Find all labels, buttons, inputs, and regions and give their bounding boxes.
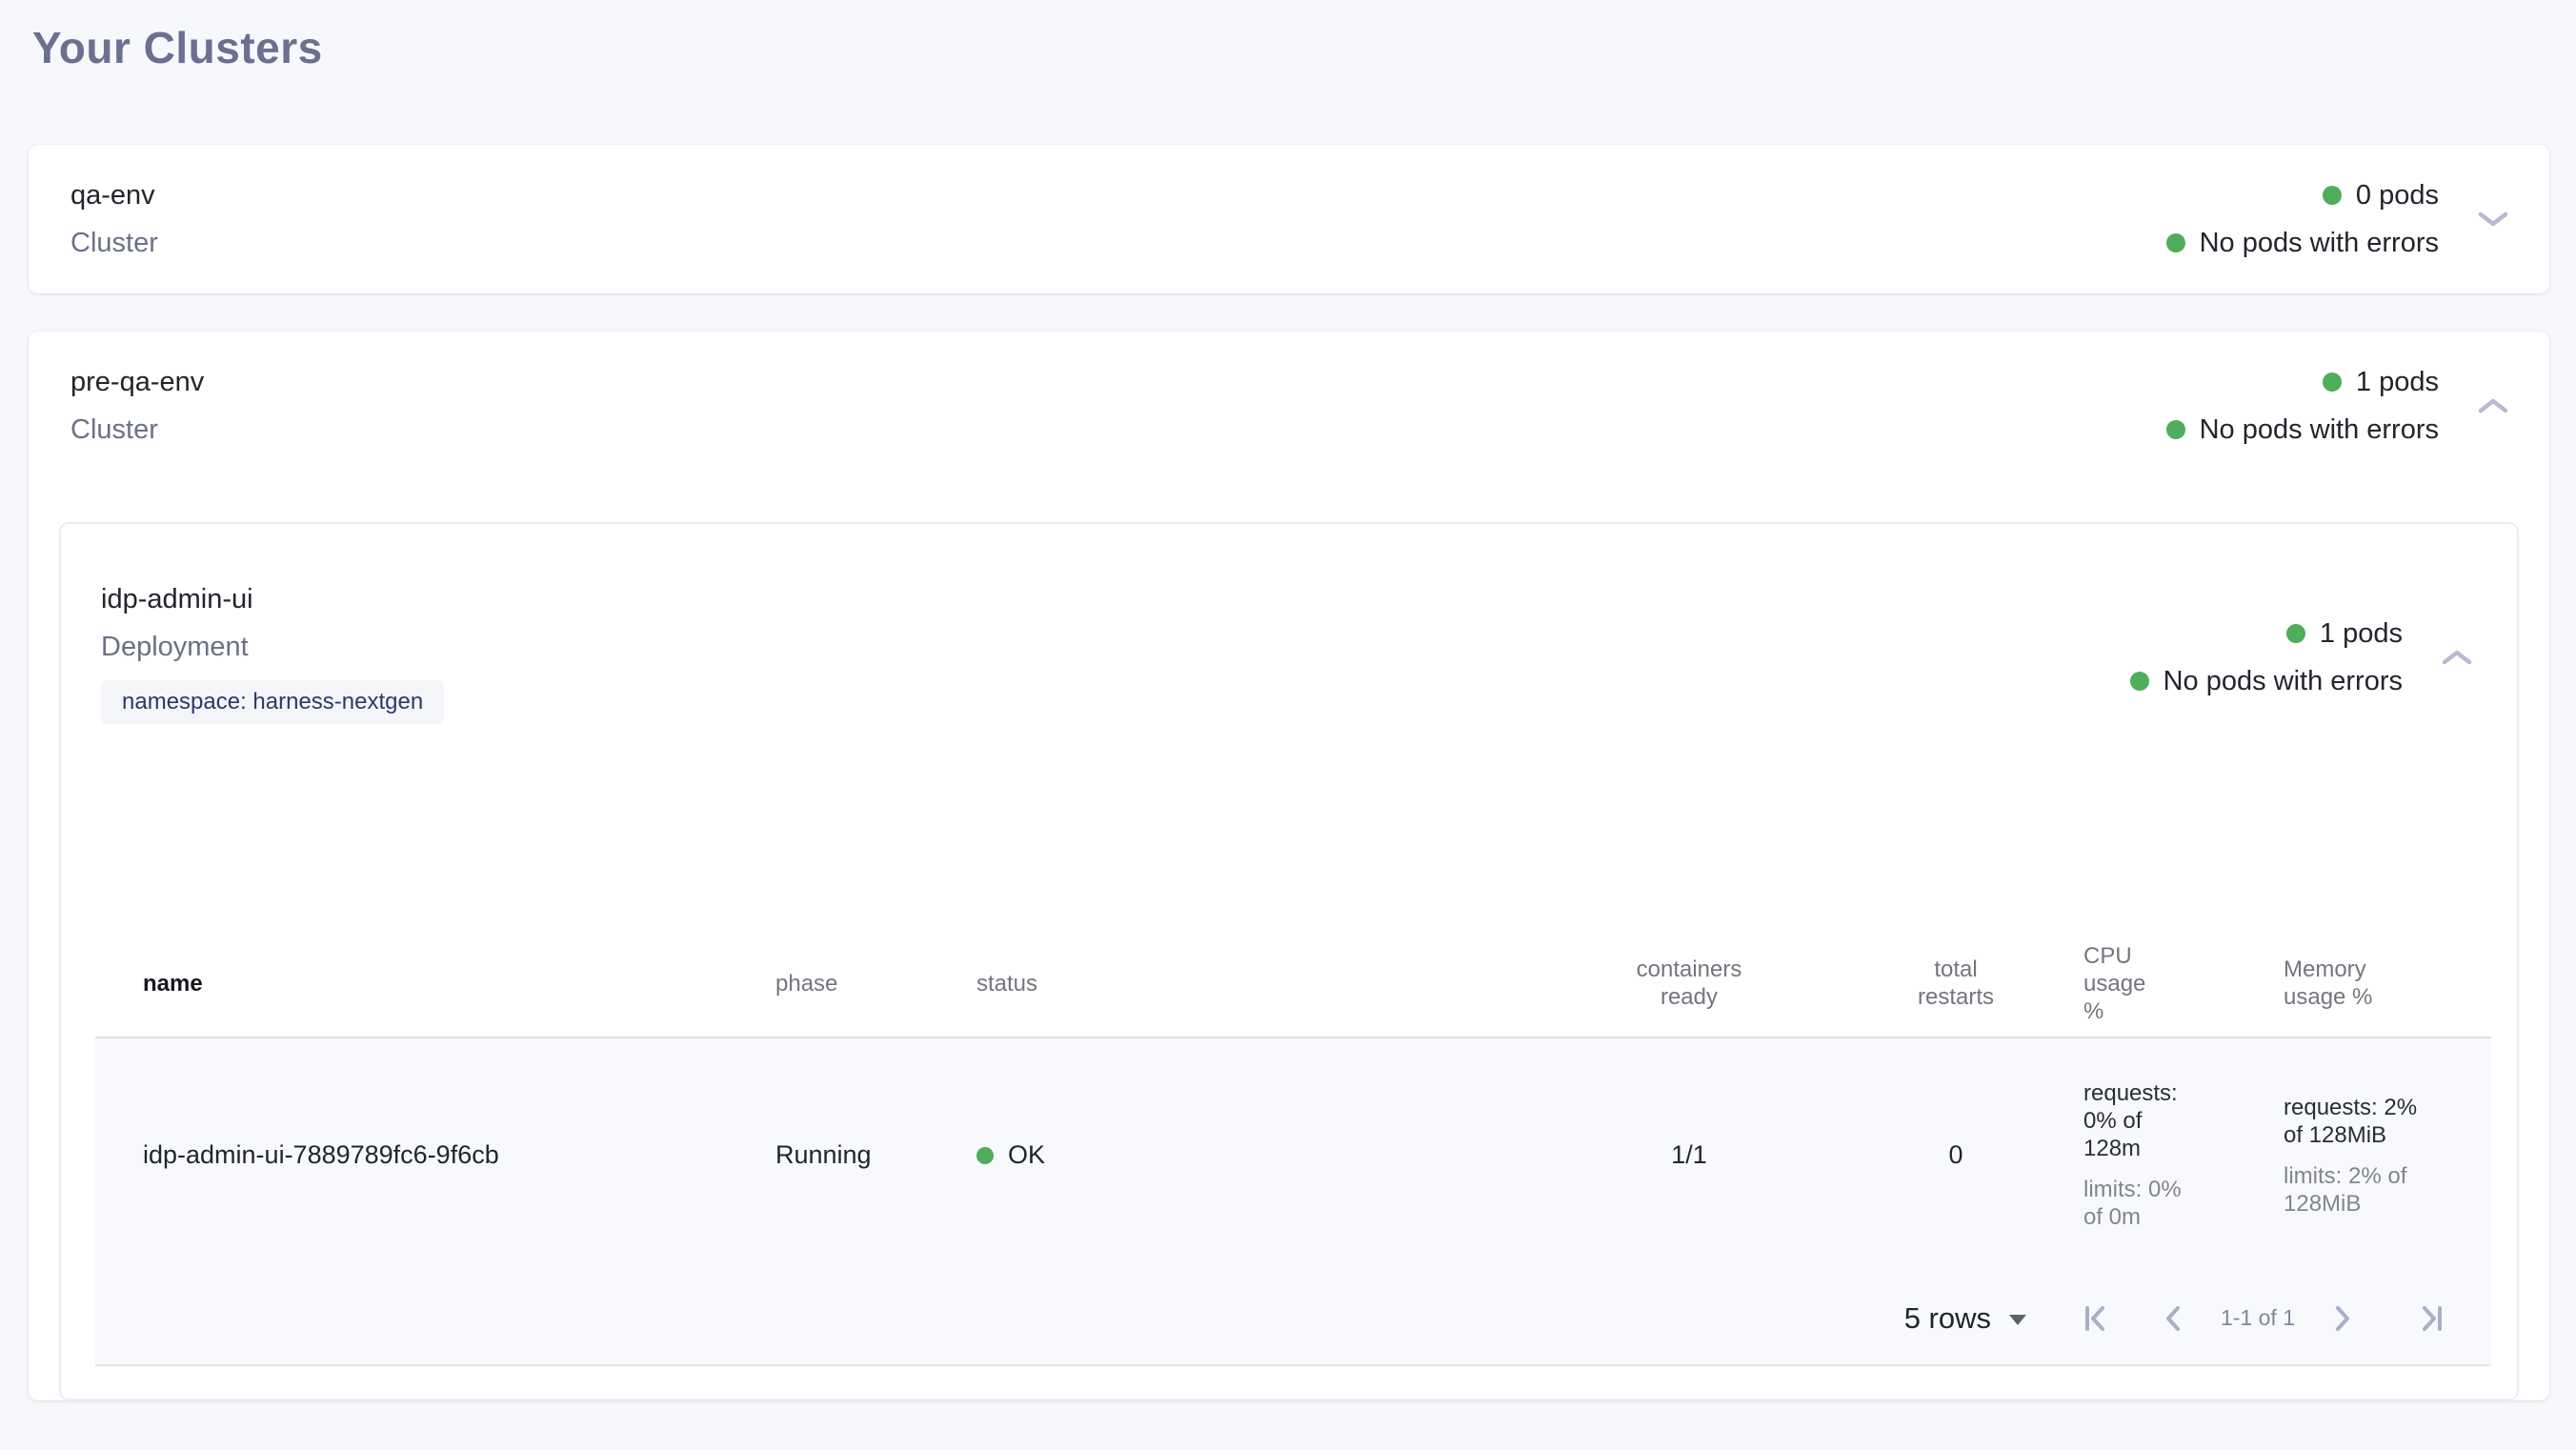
- deployment-identity: idp-admin-ui Deployment namespace: harne…: [101, 575, 444, 724]
- pods-errors-dot-icon: [2130, 672, 2149, 691]
- chevron-up-icon[interactable]: [2477, 396, 2509, 415]
- deployment-badges: namespace: harness-nextgen: [101, 680, 444, 724]
- cluster-status-lines: 1 pods No pods with errors: [2166, 358, 2439, 453]
- deployment-type: Deployment: [101, 623, 444, 671]
- cluster-name: qa-env: [70, 171, 158, 219]
- status-ok-dot-icon: [976, 1147, 994, 1164]
- rows-per-page-label: 5 rows: [1904, 1301, 1991, 1336]
- deployment-status-lines: 1 pods No pods with errors: [2130, 610, 2403, 705]
- column-header-phase: phase: [741, 970, 946, 997]
- pods-count-dot-icon: [2323, 186, 2342, 205]
- cpu-requests: requests: 0% of 128m: [2083, 1079, 2190, 1162]
- last-page-button[interactable]: [2417, 1304, 2445, 1333]
- pod-cpu-usage-cell: requests: 0% of 128m limits: 0% of 0m: [2070, 1079, 2275, 1231]
- pods-errors-label: No pods with errors: [2200, 414, 2439, 446]
- pod-containers-ready-cell: 1/1: [1537, 1140, 1841, 1170]
- pods-errors-label: No pods with errors: [2163, 666, 2403, 697]
- previous-page-button[interactable]: [2160, 1304, 2188, 1333]
- page-title: Your Clusters: [32, 21, 2549, 74]
- pods-errors-status: No pods with errors: [2166, 219, 2439, 267]
- cluster-card-pre-qa-env-header[interactable]: pre-qa-env Cluster 1 pods No pods with e…: [29, 332, 2549, 480]
- column-header-name: name: [95, 970, 741, 997]
- cluster-card-qa-env-header[interactable]: qa-env Cluster 0 pods No pods with error…: [29, 145, 2549, 293]
- cpu-limits: limits: 0% of 0m: [2083, 1176, 2190, 1231]
- rows-per-page-select[interactable]: 5 rows: [1904, 1301, 2026, 1336]
- pods-errors-status: No pods with errors: [2130, 657, 2403, 705]
- memory-limits: limits: 2% of 128MiB: [2284, 1162, 2419, 1218]
- pods-count-status: 1 pods: [2323, 358, 2439, 406]
- chevron-down-icon[interactable]: [2477, 210, 2509, 229]
- caret-down-icon: [2009, 1315, 2026, 1325]
- cluster-name: pre-qa-env: [70, 358, 204, 406]
- chevron-up-icon[interactable]: [2441, 648, 2473, 667]
- pod-memory-usage-cell: requests: 2% of 128MiB limits: 2% of 128…: [2275, 1094, 2493, 1218]
- pods-table-body: idp-admin-ui-7889789fc6-9f6cb Running OK…: [95, 1038, 2491, 1366]
- column-header-status: status: [946, 970, 1537, 997]
- deployment-status: 1 pods No pods with errors: [2130, 610, 2473, 705]
- pods-errors-label: No pods with errors: [2200, 228, 2439, 259]
- cluster-type: Cluster: [70, 219, 158, 267]
- pods-count-dot-icon: [2323, 373, 2342, 392]
- pods-errors-dot-icon: [2166, 233, 2185, 252]
- pods-count-label: 0 pods: [2356, 180, 2439, 211]
- pod-name-cell: idp-admin-ui-7889789fc6-9f6cb: [95, 1140, 741, 1170]
- column-header-cpu-usage: CPU usage %: [2070, 942, 2275, 1025]
- pods-table: name phase status containers ready total…: [95, 930, 2491, 1366]
- clusters-page: Your Clusters qa-env Cluster 0 pods No p…: [0, 0, 2576, 1400]
- pods-errors-dot-icon: [2166, 420, 2185, 439]
- pods-errors-status: No pods with errors: [2166, 406, 2439, 453]
- pod-status-cell: OK: [946, 1140, 1537, 1170]
- pod-phase-cell: Running: [741, 1140, 946, 1170]
- first-page-button[interactable]: [2082, 1304, 2110, 1333]
- cluster-status: 1 pods No pods with errors: [2166, 358, 2509, 453]
- pods-count-status: 0 pods: [2323, 171, 2439, 219]
- page-range-label: 1-1 of 1: [2221, 1305, 2295, 1331]
- cluster-card-pre-qa-env: pre-qa-env Cluster 1 pods No pods with e…: [29, 332, 2549, 1400]
- deployment-name: idp-admin-ui: [101, 575, 444, 623]
- status-ok-label: OK: [1008, 1140, 1045, 1170]
- table-row[interactable]: idp-admin-ui-7889789fc6-9f6cb Running OK…: [95, 1038, 2491, 1272]
- cluster-status: 0 pods No pods with errors: [2166, 171, 2509, 267]
- pods-count-status: 1 pods: [2286, 610, 2403, 657]
- cluster-identity: qa-env Cluster: [70, 171, 158, 267]
- cluster-identity: pre-qa-env Cluster: [70, 358, 204, 453]
- memory-requests: requests: 2% of 128MiB: [2284, 1094, 2419, 1149]
- pods-count-label: 1 pods: [2320, 618, 2403, 650]
- deployment-header[interactable]: idp-admin-ui Deployment namespace: harne…: [61, 524, 2517, 724]
- table-pagination: 5 rows 1-1 of 1: [95, 1272, 2491, 1364]
- cluster-status-lines: 0 pods No pods with errors: [2166, 171, 2439, 267]
- column-header-memory-usage: Memory usage %: [2275, 956, 2493, 1011]
- column-header-containers-ready: containers ready: [1537, 956, 1841, 1011]
- namespace-badge: namespace: harness-nextgen: [101, 680, 444, 724]
- deployment-card-idp-admin-ui: idp-admin-ui Deployment namespace: harne…: [59, 522, 2519, 1400]
- column-header-total-restarts: total restarts: [1841, 956, 2070, 1011]
- pods-count-label: 1 pods: [2356, 367, 2439, 398]
- cluster-card-qa-env: qa-env Cluster 0 pods No pods with error…: [29, 145, 2549, 293]
- pods-table-header-row: name phase status containers ready total…: [95, 930, 2491, 1038]
- pod-total-restarts-cell: 0: [1841, 1140, 2070, 1170]
- cluster-type: Cluster: [70, 406, 204, 453]
- pods-count-dot-icon: [2286, 624, 2305, 643]
- next-page-button[interactable]: [2327, 1304, 2356, 1333]
